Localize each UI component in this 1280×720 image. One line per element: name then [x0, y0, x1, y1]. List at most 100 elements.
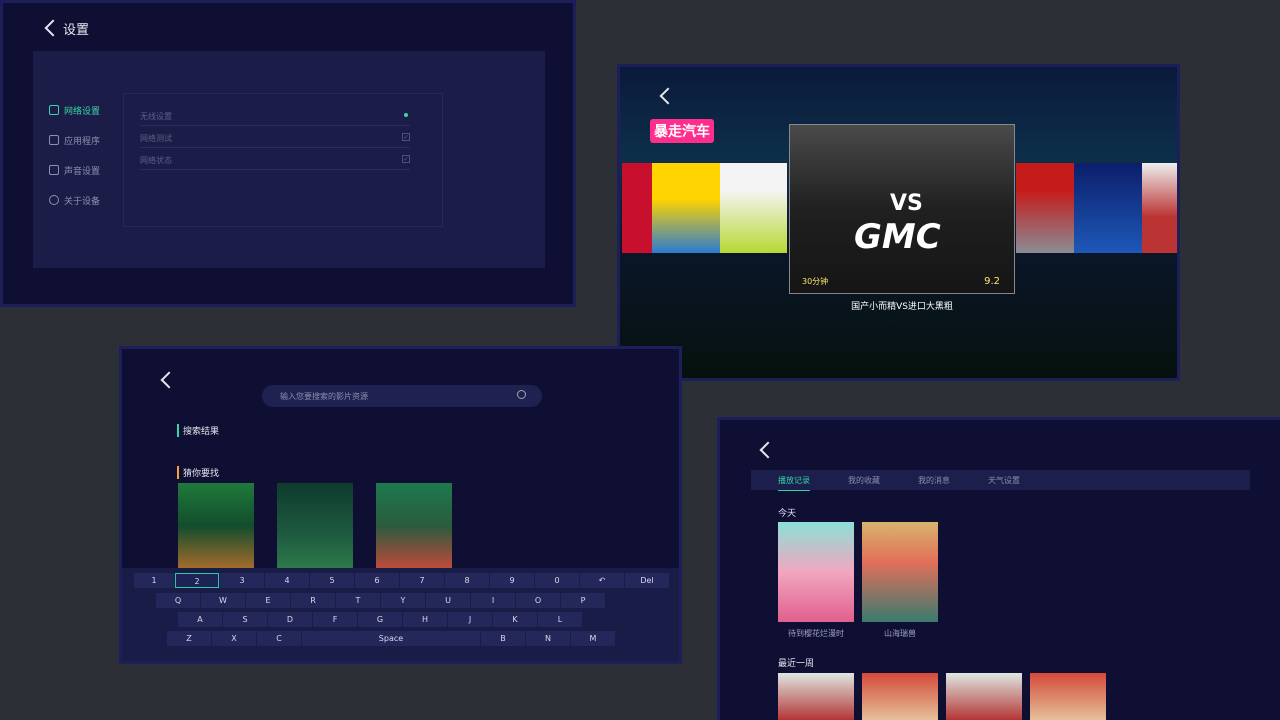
keyboard-key[interactable]: R [291, 593, 335, 608]
keyboard-key[interactable]: K [493, 612, 537, 627]
keyboard-key[interactable]: S [223, 612, 267, 627]
keyboard-key[interactable]: F [313, 612, 357, 627]
menu-item-network[interactable]: 网络设置 [49, 95, 100, 125]
section-title-guess: 猜你要找 [177, 466, 219, 479]
keyboard-key[interactable]: 8 [445, 573, 489, 588]
setting-row-test[interactable]: 网络测试 ✓ [140, 133, 410, 148]
featured-vs-text: VS [890, 191, 923, 216]
keyboard-key[interactable]: 3 [220, 573, 264, 588]
menu-item-about[interactable]: 关于设备 [49, 185, 100, 215]
check-icon: ✓ [402, 155, 410, 163]
back-arrow-icon[interactable] [759, 441, 777, 459]
poster-title: 山海瑞兽 [884, 629, 916, 638]
history-poster[interactable] [862, 522, 938, 622]
network-settings-box: 无线设置 网络测试 ✓ 网络状态 ✓ [123, 93, 443, 227]
history-poster[interactable] [778, 522, 854, 622]
video-duration: 30分钟 [802, 277, 829, 286]
menu-label: 网络设置 [64, 106, 101, 117]
keyboard-key[interactable]: E [246, 593, 290, 608]
page-title: 设置 [63, 23, 90, 38]
menu-item-apps[interactable]: 应用程序 [49, 125, 100, 155]
keyboard-key[interactable]: L [538, 612, 582, 627]
back-arrow-icon[interactable] [160, 371, 178, 389]
section-title-results: 搜索结果 [177, 424, 219, 437]
poster-thumbnail[interactable] [376, 483, 452, 569]
thumbnail[interactable] [1142, 163, 1177, 253]
tab-weather-settings[interactable]: 天气设置 [988, 475, 1020, 486]
keyboard-key[interactable]: 9 [490, 573, 534, 588]
back-arrow-icon[interactable] [659, 87, 677, 105]
thumbnail[interactable] [720, 163, 787, 253]
tab-messages[interactable]: 我的消息 [918, 475, 950, 486]
keyboard-key[interactable]: D [268, 612, 312, 627]
keyboard-key[interactable]: Space [302, 631, 480, 646]
keyboard-key[interactable]: A [178, 612, 222, 627]
keyboard-key[interactable]: ↶ [580, 573, 624, 588]
speaker-icon [49, 165, 59, 175]
settings-menu: 网络设置 应用程序 声音设置 关于设备 [49, 95, 100, 215]
keyboard-key[interactable]: P [561, 593, 605, 608]
thumbnail[interactable] [652, 163, 720, 253]
keyboard-key[interactable]: M [571, 631, 615, 646]
keyboard-key[interactable]: O [516, 593, 560, 608]
poster-thumbnail[interactable] [277, 483, 353, 569]
keyboard-key[interactable]: 5 [310, 573, 354, 588]
keyboard-key[interactable]: 0 [535, 573, 579, 588]
menu-item-sound[interactable]: 声音设置 [49, 155, 100, 185]
keyboard-key[interactable]: 2 [175, 573, 219, 588]
search-panel: 输入您要搜索的影片资源 搜索结果 猜你要找 1 2 3 4 5 6 7 8 9 0 ↶ Del Q W E R… [119, 346, 682, 664]
history-poster[interactable] [946, 673, 1022, 720]
history-panel: 播放记录 我的收藏 我的消息 天气设置 今天 待到樱花烂漫时 山海瑞兽 最近一周 [717, 417, 1280, 720]
search-input[interactable]: 输入您要搜索的影片资源 [262, 385, 542, 407]
group-label-today: 今天 [778, 509, 797, 519]
history-poster[interactable] [1030, 673, 1106, 720]
back-arrow-icon[interactable] [44, 19, 62, 37]
check-icon: ✓ [402, 133, 410, 141]
setting-row-status[interactable]: 网络状态 ✓ [140, 155, 410, 170]
keyboard-key[interactable]: 7 [400, 573, 444, 588]
status-dot-icon [404, 113, 408, 117]
keyboard-key[interactable]: N [526, 631, 570, 646]
tab-favorites[interactable]: 我的收藏 [848, 475, 880, 486]
search-placeholder: 输入您要搜索的影片资源 [280, 392, 368, 401]
settings-panel: 设置 网络设置 应用程序 声音设置 关于设备 无线设置 网络测试 ✓ 网络状态 ✓ [0, 0, 576, 307]
keyboard-key[interactable]: 4 [265, 573, 309, 588]
setting-row-wireless[interactable]: 无线设置 [140, 111, 410, 126]
keyboard-key[interactable]: Z [167, 631, 211, 646]
wifi-icon [49, 105, 59, 115]
apps-icon [49, 135, 59, 145]
menu-label: 关于设备 [64, 196, 101, 207]
poster-thumbnail[interactable] [178, 483, 254, 569]
keyboard-key[interactable]: I [471, 593, 515, 608]
thumbnail[interactable] [1074, 163, 1142, 253]
keyboard-key[interactable]: U [426, 593, 470, 608]
keyboard-key[interactable]: X [212, 631, 256, 646]
keyboard-key[interactable]: G [358, 612, 402, 627]
thumbnail[interactable] [622, 163, 652, 253]
keyboard-key[interactable]: Y [381, 593, 425, 608]
setting-label: 无线设置 [140, 112, 172, 121]
thumbnail[interactable] [1016, 163, 1074, 253]
video-caption: 国产小而精VS进口大黑粗 [851, 302, 953, 312]
brand-logo: 暴走汽车 [650, 119, 714, 143]
keyboard-key[interactable]: W [201, 593, 245, 608]
tab-bar: 播放记录 我的收藏 我的消息 天气设置 [751, 470, 1250, 491]
keyboard-key[interactable]: 1 [134, 573, 174, 588]
menu-label: 应用程序 [64, 136, 101, 147]
history-poster[interactable] [862, 673, 938, 720]
keyboard-key[interactable]: Q [156, 593, 200, 608]
keyboard-key[interactable]: H [403, 612, 447, 627]
keyboard-key[interactable]: J [448, 612, 492, 627]
history-poster[interactable] [778, 673, 854, 720]
featured-video[interactable]: VS GMC 30分钟 9.2 [789, 124, 1015, 294]
keyboard-key[interactable]: 6 [355, 573, 399, 588]
keyboard-key[interactable]: T [336, 593, 380, 608]
search-icon[interactable] [517, 390, 526, 399]
tab-play-history[interactable]: 播放记录 [778, 475, 810, 491]
group-label-week: 最近一周 [778, 659, 815, 669]
keyboard-key[interactable]: B [481, 631, 525, 646]
keyboard-key[interactable]: Del [625, 573, 669, 588]
keyboard-key[interactable]: C [257, 631, 301, 646]
video-score: 9.2 [984, 276, 1000, 287]
setting-label: 网络状态 [140, 156, 172, 165]
